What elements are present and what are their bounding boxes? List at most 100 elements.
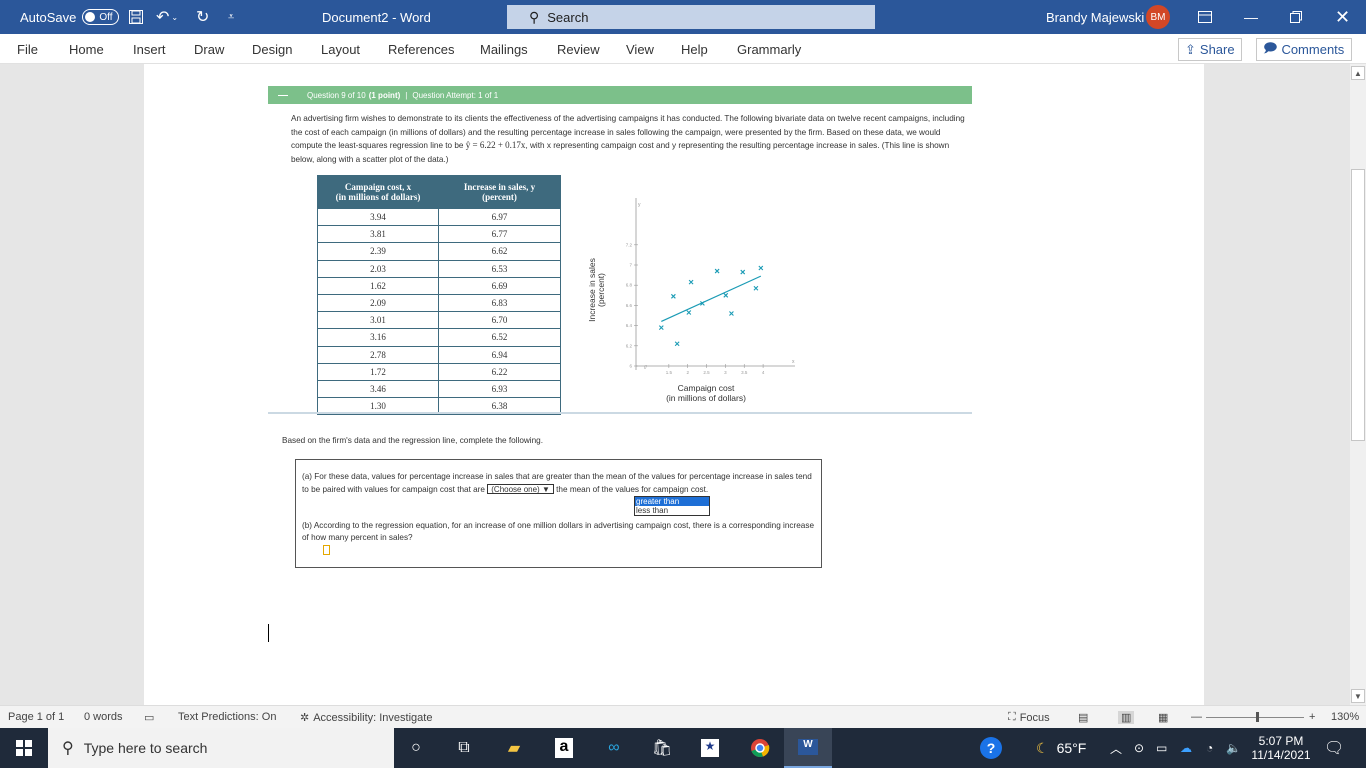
search-box[interactable]: ⚲ Search bbox=[507, 5, 875, 29]
table-row: 3.16 6.52 bbox=[317, 328, 561, 347]
tab-home[interactable]: Home bbox=[69, 42, 104, 57]
vertical-scrollbar[interactable]: ▲ ▼ bbox=[1350, 64, 1366, 705]
tab-mailings[interactable]: Mailings bbox=[480, 42, 528, 57]
proofing-icon[interactable]: ▭ bbox=[144, 711, 154, 724]
cell-campaign-cost: 2.09 bbox=[317, 293, 439, 313]
customize-qat-icon[interactable]: ⩡ bbox=[228, 0, 234, 34]
scatter-chart: xy//1.5 2 2.5 3 3.5 466.26.46.66.877.2Campaig… bbox=[587, 198, 795, 403]
tab-grammarly[interactable]: Grammarly bbox=[737, 42, 801, 57]
onedrive-icon[interactable]: ☁ bbox=[1180, 728, 1192, 768]
word-count[interactable]: 0 words bbox=[84, 711, 123, 723]
share-icon: ⇪ bbox=[1185, 41, 1196, 57]
choose-one-select[interactable]: (Choose one) ▼ bbox=[487, 483, 554, 494]
y-tick-label: 6.8 bbox=[626, 283, 633, 288]
option-greater-than[interactable]: greater than bbox=[635, 497, 709, 506]
volume-icon[interactable]: 🔈 bbox=[1226, 728, 1241, 768]
share-button[interactable]: ⇪ Share bbox=[1178, 38, 1242, 61]
web-layout-icon[interactable]: ▦ bbox=[1158, 711, 1168, 724]
task-view-icon[interactable]: ⧉ bbox=[440, 728, 488, 768]
accessibility-status[interactable]: ✲ Accessibility: Investigate bbox=[300, 711, 432, 725]
autosave-toggle[interactable]: Off bbox=[82, 9, 119, 25]
data-point bbox=[723, 292, 729, 298]
title-bar: AutoSave Off ↶ ⌄ ↻ ⩡ Document2 - Word ⚲ S… bbox=[0, 0, 1366, 34]
part-a: (a) For these data, values for percentag… bbox=[302, 472, 812, 494]
cell-sales-increase: 6.77 bbox=[438, 225, 561, 244]
tab-layout[interactable]: Layout bbox=[321, 42, 360, 57]
minimize-icon[interactable]: — bbox=[1244, 0, 1258, 34]
ribbon-display-options-icon[interactable] bbox=[1198, 0, 1212, 34]
cortana-icon[interactable]: ○ bbox=[392, 728, 440, 768]
battery-icon[interactable]: ▭ bbox=[1156, 728, 1167, 768]
read-mode-icon[interactable]: ▤ bbox=[1078, 711, 1088, 724]
save-icon[interactable] bbox=[128, 0, 144, 34]
clock[interactable]: 5:07 PM 11/14/2021 bbox=[1250, 728, 1312, 768]
avatar[interactable]: BM bbox=[1146, 5, 1170, 29]
tab-file[interactable]: File bbox=[17, 42, 38, 57]
file-explorer-icon[interactable]: ▰ bbox=[490, 728, 538, 768]
show-hidden-icons[interactable]: ︿ bbox=[1110, 728, 1122, 768]
text-predictions[interactable]: Text Predictions: On bbox=[178, 711, 276, 723]
table-row: 2.78 6.94 bbox=[317, 345, 561, 364]
close-icon[interactable]: ✕ bbox=[1335, 0, 1350, 34]
notifications-icon[interactable]: 🗨 bbox=[1324, 728, 1344, 768]
user-name[interactable]: Brandy Majewski bbox=[1046, 0, 1144, 34]
undo-icon[interactable]: ↶ ⌄ bbox=[156, 0, 178, 34]
scroll-up-button[interactable]: ▲ bbox=[1351, 66, 1365, 80]
restore-icon[interactable] bbox=[1290, 0, 1302, 34]
tab-references[interactable]: References bbox=[388, 42, 454, 57]
tab-view[interactable]: View bbox=[626, 42, 654, 57]
taskbar-search[interactable]: ⚲ Type here to search bbox=[48, 728, 394, 768]
tab-design[interactable]: Design bbox=[252, 42, 292, 57]
x-tick-label: 3.5 bbox=[741, 370, 748, 375]
y-tick-label: 6.4 bbox=[626, 323, 633, 328]
cell-campaign-cost: 1.62 bbox=[317, 276, 439, 295]
x-axis-label-units: (in millions of dollars) bbox=[666, 393, 746, 403]
zoom-in-button[interactable]: + bbox=[1309, 711, 1315, 723]
tab-insert[interactable]: Insert bbox=[133, 42, 166, 57]
x-tick-label: 2.5 bbox=[703, 370, 710, 375]
table-header-y: Increase in sales, y (percent) bbox=[438, 175, 561, 209]
search-icon: ⚲ bbox=[529, 8, 540, 25]
help-icon[interactable]: ? bbox=[980, 728, 1002, 768]
tab-review[interactable]: Review bbox=[557, 42, 600, 57]
scroll-down-button[interactable]: ▼ bbox=[1351, 689, 1365, 703]
zoom-slider-handle[interactable] bbox=[1256, 712, 1259, 722]
table-row: 3.94 6.97 bbox=[317, 207, 561, 227]
tab-help[interactable]: Help bbox=[681, 42, 708, 57]
page-count[interactable]: Page 1 of 1 bbox=[8, 711, 64, 723]
option-less-than[interactable]: less than bbox=[635, 506, 709, 515]
data-point bbox=[670, 293, 676, 299]
comments-button[interactable]: 🗩 Comments bbox=[1256, 38, 1352, 61]
accessibility-icon: ✲ bbox=[300, 712, 310, 724]
redo-icon[interactable]: ↻ bbox=[196, 0, 209, 34]
print-layout-icon[interactable]: ▥ bbox=[1118, 711, 1135, 724]
security-app-icon[interactable]: ★ bbox=[686, 728, 734, 768]
zoom-level[interactable]: 130% bbox=[1331, 711, 1359, 723]
amazon-icon[interactable]: a bbox=[540, 728, 588, 768]
text-cursor bbox=[268, 624, 269, 642]
y-axis-symbol: y bbox=[638, 202, 641, 208]
network-icon[interactable]: ◔ bbox=[1206, 728, 1213, 768]
cell-campaign-cost: 3.94 bbox=[317, 207, 439, 227]
y-tick-label: 7 bbox=[629, 263, 632, 268]
focus-button[interactable]: ⛶ Focus bbox=[1008, 711, 1050, 724]
infinity-app-icon[interactable]: ∞ bbox=[590, 728, 638, 768]
tab-draw[interactable]: Draw bbox=[194, 42, 224, 57]
meet-now-icon[interactable]: ⊙ bbox=[1134, 728, 1144, 768]
zoom-slider[interactable] bbox=[1206, 717, 1304, 718]
ribbon-tabs: File Home Insert Draw Design Layout Refe… bbox=[0, 34, 1366, 64]
cell-campaign-cost: 3.16 bbox=[317, 328, 439, 347]
comment-icon: 🗩 bbox=[1263, 39, 1278, 55]
cell-sales-increase: 6.97 bbox=[438, 207, 561, 227]
table-header-x: Campaign cost, x (in millions of dollars) bbox=[317, 175, 439, 209]
zoom-out-button[interactable]: — bbox=[1191, 711, 1202, 723]
weather-widget[interactable]: ☾ 65°F bbox=[1036, 728, 1086, 768]
data-table: Campaign cost, x (in millions of dollars)… bbox=[317, 175, 561, 416]
word-taskbar-icon[interactable]: W bbox=[784, 728, 832, 768]
scrollbar-thumb[interactable] bbox=[1351, 169, 1365, 441]
store-icon[interactable]: 🛍 bbox=[638, 728, 686, 768]
autosave[interactable]: AutoSave Off bbox=[20, 0, 119, 34]
start-button[interactable] bbox=[0, 728, 48, 768]
part-b-answer-input[interactable] bbox=[323, 545, 330, 555]
chrome-icon[interactable] bbox=[736, 728, 784, 768]
